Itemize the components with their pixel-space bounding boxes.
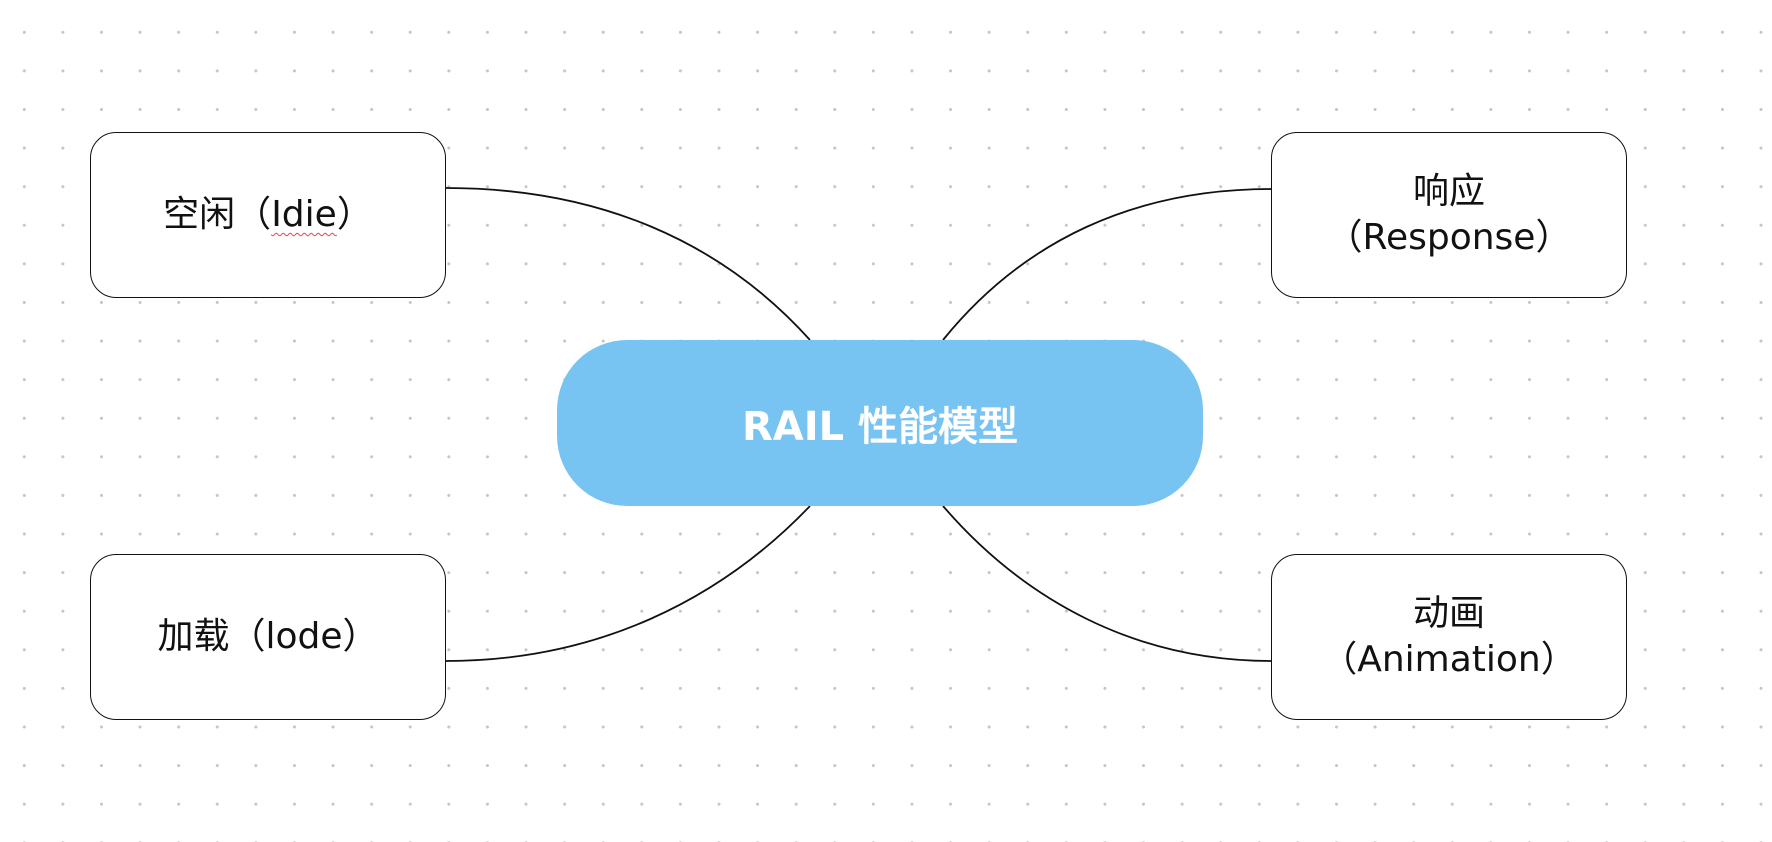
node-idle-line: 空闲（ Idie） — [163, 192, 373, 238]
node-response-line2: （Response） — [1326, 217, 1572, 258]
node-idle-term: Idie — [271, 194, 337, 235]
connector-load — [445, 505, 811, 662]
node-response[interactable]: 响应 （Response） — [1271, 132, 1627, 298]
node-idle-prefix: 空闲（ — [163, 194, 272, 235]
node-animation-line1: 动画 — [1412, 593, 1485, 634]
node-animation-line2: （Animation） — [1321, 639, 1577, 680]
node-idle[interactable]: 空闲（ Idie） — [90, 132, 446, 298]
connector-idle — [445, 187, 811, 341]
node-animation[interactable]: 动画 （Animation） — [1271, 554, 1627, 720]
node-load[interactable]: 加载（lode） — [90, 554, 446, 720]
center-node[interactable]: RAIL 性能模型 — [557, 340, 1203, 506]
center-node-label: RAIL 性能模型 — [741, 404, 1019, 450]
node-response-line1: 响应 — [1412, 171, 1485, 212]
connector-animation — [942, 505, 1272, 662]
connector-response — [942, 188, 1272, 341]
diagram-canvas: RAIL 性能模型 空闲（ Idie） 响应 （Response） 加载（lode… — [0, 0, 1772, 842]
node-load-label: 加载（lode） — [157, 616, 379, 657]
node-idle-suffix: ） — [336, 194, 373, 235]
